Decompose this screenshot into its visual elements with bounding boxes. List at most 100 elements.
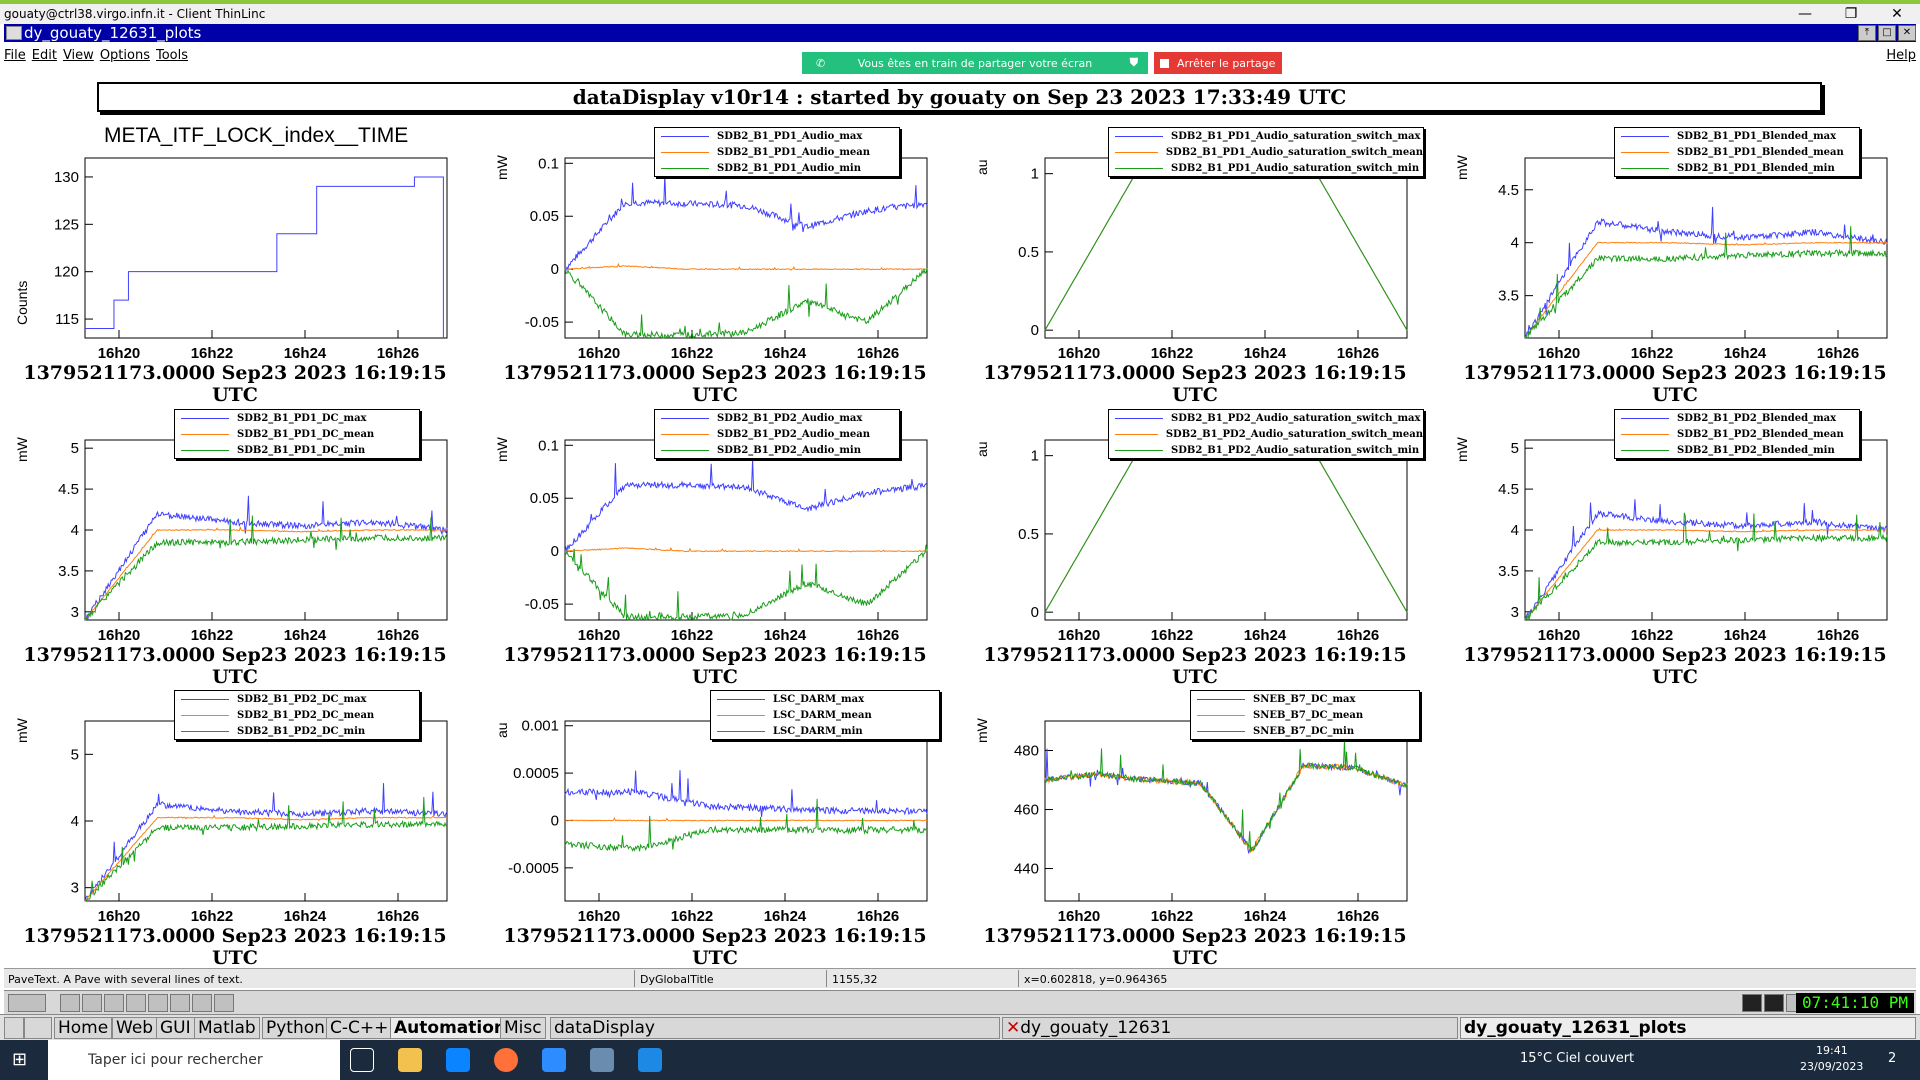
- zoom-icon[interactable]: [542, 1048, 566, 1072]
- x-tick-label: 16h20: [578, 345, 621, 360]
- y-axis-label: Counts: [14, 280, 30, 325]
- minimize-icon[interactable]: —: [1782, 6, 1828, 22]
- y-tick-label: 4: [1511, 235, 1519, 252]
- legend-entry: SDB2_B1_PD1_Blended_min: [1615, 160, 1859, 176]
- menu-help[interactable]: Help: [1886, 48, 1916, 63]
- menu-tools[interactable]: Tools: [156, 48, 188, 63]
- plot-panel[interactable]: 4.5 4 3.5 16h20 16h22 16h24 16h26 mW SDB2_B1_PD1…: [1440, 120, 1910, 406]
- windows-search[interactable]: Taper ici pour rechercher: [48, 1040, 340, 1080]
- menu-view[interactable]: View: [63, 48, 94, 63]
- task-misc[interactable]: Misc: [500, 1017, 546, 1039]
- plot-panel[interactable]: 480 460 440 16h20 16h22 16h24 16h26 mW SNEB_B7_D…: [960, 683, 1430, 969]
- x-tick-label: 16h24: [764, 908, 807, 923]
- stop-share-button[interactable]: Arrêter le partage: [1154, 52, 1282, 74]
- y-tick-label: 3: [71, 880, 79, 897]
- status-coords: x=0.602818, y=0.964365: [1024, 973, 1168, 986]
- tool-icon-7[interactable]: [192, 994, 212, 1012]
- notification-badge[interactable]: 2: [1888, 1051, 1896, 1066]
- legend-label: SDB2_B1_PD2_Blended_max: [1677, 412, 1837, 424]
- plot-panel[interactable]: 1 0.5 0 16h20 16h22 16h24 16h26 au SDB2_B1_PD2_A…: [960, 402, 1430, 688]
- tool-icon-5[interactable]: [148, 994, 168, 1012]
- y-tick-label: 0: [551, 812, 559, 829]
- explorer-icon[interactable]: [398, 1048, 422, 1072]
- legend-entry: SDB2_B1_PD2_Blended_min: [1615, 442, 1859, 458]
- task-dy-gouaty-plots[interactable]: dy_gouaty_12631_plots: [1460, 1017, 1916, 1039]
- legend-label: SNEB_B7_DC_mean: [1253, 709, 1364, 721]
- windows-start-icon[interactable]: ⊞: [12, 1048, 36, 1072]
- legend-label: SDB2_B1_PD1_Audio_saturation_switch_max: [1171, 130, 1421, 142]
- x-tick-label: 16h24: [284, 908, 327, 923]
- y-tick-label: 125: [54, 216, 79, 233]
- tray-time[interactable]: 19:41: [1816, 1044, 1848, 1057]
- tool-icon-1[interactable]: [60, 994, 80, 1012]
- restore-icon[interactable]: ❐: [1828, 6, 1874, 22]
- wm-menu-icon[interactable]: [4, 1017, 24, 1039]
- y-tick-label: 1: [1031, 166, 1039, 183]
- search-placeholder: Taper ici pour rechercher: [88, 1052, 263, 1068]
- legend-swatch: [661, 135, 709, 137]
- legend-label: SDB2_B1_PD2_Blended_min: [1677, 444, 1835, 456]
- legend-entry: SDB2_B1_PD2_Blended_max: [1615, 410, 1859, 426]
- tool-icon-6[interactable]: [170, 994, 190, 1012]
- task-automation[interactable]: Automation: [390, 1017, 510, 1039]
- task-dy-gouaty[interactable]: ✕dy_gouaty_12631: [1002, 1017, 1458, 1039]
- pager-icon[interactable]: [1742, 994, 1762, 1012]
- y-tick-label: 120: [54, 264, 79, 281]
- close-window-icon[interactable]: ✕: [1898, 25, 1916, 41]
- app-icon-extra[interactable]: [638, 1048, 662, 1072]
- close-small-icon: ✕: [1006, 1018, 1021, 1038]
- x-tick-label: 16h24: [764, 345, 807, 360]
- thinlinc-icon[interactable]: [590, 1048, 614, 1072]
- y-tick-label: -0.05: [525, 314, 559, 331]
- tray-date[interactable]: 23/09/2023: [1800, 1060, 1863, 1073]
- x-tick-label: 16h20: [98, 908, 141, 923]
- x-tick-label: 16h22: [1151, 908, 1194, 923]
- plot-panel[interactable]: 5 4.5 4 3.5 3 16h20 16h22 16h24 16h26 mW SDB2_B1_P…: [0, 402, 470, 688]
- task-matlab[interactable]: Matlab: [194, 1017, 260, 1039]
- pager-icon-2[interactable]: [1764, 994, 1784, 1012]
- menu-options[interactable]: Options: [100, 48, 150, 63]
- raise-icon[interactable]: ⤒: [1858, 25, 1876, 41]
- plot-panel[interactable]: 5 4.5 4 3.5 3 16h20 16h22 16h24 16h26 mW SDB2_B1_P…: [1440, 402, 1910, 688]
- mail-app-icon[interactable]: [446, 1048, 470, 1072]
- task-home[interactable]: Home: [54, 1017, 113, 1039]
- tool-icon-3[interactable]: [104, 994, 124, 1012]
- weather[interactable]: 15°C Ciel couvert: [1520, 1051, 1634, 1066]
- menu-file[interactable]: File: [4, 48, 26, 63]
- legend-swatch: [717, 714, 765, 716]
- plot-panel[interactable]: 0.1 0.05 0 -0.05 16h20 16h22 16h24 16h26 mW SDB2_…: [480, 402, 950, 688]
- y-tick-label: 0: [1031, 322, 1039, 339]
- firefox-icon[interactable]: [494, 1048, 518, 1072]
- legend-label: SDB2_B1_PD1_DC_mean: [237, 428, 375, 440]
- close-icon[interactable]: ✕: [1874, 6, 1920, 22]
- task-cpp[interactable]: C-C++: [326, 1017, 393, 1039]
- tool-icon-4[interactable]: [126, 994, 146, 1012]
- maximize-icon[interactable]: □: [1878, 25, 1896, 41]
- task-datadisplay[interactable]: dataDisplay: [550, 1017, 1000, 1039]
- start-icon[interactable]: [8, 994, 46, 1012]
- plot-panel[interactable]: 130 125 120 115 16h20 16h22 16h24 16h26 META_ITF…: [0, 120, 470, 406]
- tool-icon-2[interactable]: [82, 994, 102, 1012]
- y-tick-label: 5: [1511, 440, 1519, 457]
- task-python[interactable]: Python: [262, 1017, 329, 1039]
- y-tick-label: 4: [71, 522, 79, 539]
- x-tick-label: 16h26: [857, 345, 900, 360]
- plot-panel[interactable]: 0.1 0.05 0 -0.05 16h20 16h22 16h24 16h26 mW SDB2_…: [480, 120, 950, 406]
- menu-edit[interactable]: Edit: [32, 48, 57, 63]
- legend-entry: SNEB_B7_DC_min: [1191, 723, 1419, 739]
- plot-panel[interactable]: 0.001 0.0005 0 -0.0005 16h20 16h22 16h24 16h26 a…: [480, 683, 950, 969]
- app-icon[interactable]: [6, 26, 22, 40]
- plot-panel[interactable]: 5 4 3 16h20 16h22 16h24 16h26 mW SDB2_B1_PD2_DC_…: [0, 683, 470, 969]
- x-tick-label: 16h26: [1337, 345, 1380, 360]
- task-gui[interactable]: GUI: [156, 1017, 195, 1039]
- legend-entry: SDB2_B1_PD1_Audio_saturation_switch_min: [1109, 160, 1423, 176]
- window-list-icon[interactable]: [24, 1017, 52, 1039]
- legend-swatch: [1621, 135, 1669, 137]
- task-web[interactable]: Web: [112, 1017, 158, 1039]
- y-tick-label: 0.5: [1018, 526, 1039, 543]
- y-tick-label: 5: [71, 746, 79, 763]
- legend-swatch: [661, 449, 709, 451]
- tool-icon-8[interactable]: [214, 994, 234, 1012]
- plot-panel[interactable]: 1 0.5 0 16h20 16h22 16h24 16h26 au SDB2_B1_PD1_A…: [960, 120, 1430, 406]
- task-view-icon[interactable]: [350, 1048, 374, 1072]
